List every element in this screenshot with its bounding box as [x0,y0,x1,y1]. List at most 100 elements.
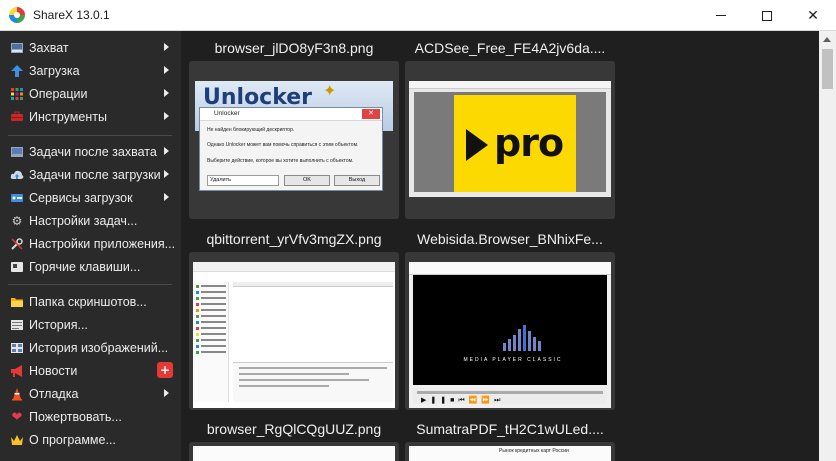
menu-label: Задачи после захвата [29,144,157,159]
close-icon: ✕ [807,7,819,24]
submenu-arrow-icon [164,89,169,97]
menu-label: Загрузка [29,63,80,78]
seek-bar [417,391,603,394]
scroll-up-arrow-icon[interactable] [823,37,831,42]
scroll-thumb[interactable] [822,49,833,89]
thumbnail-title[interactable]: SumatraPDF_tH2C1wULed.... [400,421,620,437]
thumbnail-title[interactable]: browser_RgQlCQgUUZ.png [184,421,404,437]
menu-label: История... [29,317,88,332]
player-menubar [409,262,611,275]
title-bar: ShareX 13.0.1 ✕ [0,0,836,31]
menu-item-donate[interactable]: ❤ Пожертвовать... [0,405,181,428]
menu-item-capture[interactable]: Захват [0,36,181,59]
after-capture-icon [10,145,24,159]
thumbnail-browser-partial[interactable] [189,442,399,461]
dialog-text: Выберите действие, которое вы хотите вып… [207,158,354,164]
acdsee-pro-logo: pro [454,95,576,192]
menu-item-screenshots-folder[interactable]: Папка скриншотов... [0,290,181,313]
menu-item-tools[interactable]: Инструменты [0,105,181,128]
vertical-scrollbar[interactable] [819,31,836,461]
submenu-arrow-icon [164,193,169,201]
thumbnail-title[interactable]: qbittorrent_yrVfv3mgZX.png [184,231,404,247]
dialog-close-icon: ✕ [362,109,380,119]
submenu-arrow-icon [164,112,169,120]
menu-item-destinations[interactable]: Сервисы загрузок [0,186,181,209]
thumbnail-unlocker[interactable]: Unlocker ✦ Unlocker ✕ Не найден блокирую… [189,61,399,219]
media-player-window: MEDIA PLAYER CLASSIC ▶❚❚■⏮⏪⏩⏭ [409,262,611,408]
close-button[interactable]: ✕ [790,0,836,31]
browser-preview [193,446,395,461]
menu-item-about[interactable]: О программе... [0,428,181,451]
thumbnail-acdsee[interactable]: pro [405,61,615,219]
menu-label: История изображений... [29,340,169,355]
thumbnail-grid: browser_jlDO8yF3n8.png Unlocker ✦ Unlock… [181,31,819,461]
playback-buttons-icon: ▶❚❚■⏮⏪⏩⏭ [421,397,505,404]
gear-icon: ⚙ [11,213,23,228]
acdsee-canvas: pro [414,92,606,192]
news-badge: + [157,362,173,378]
wrench-icon [10,237,24,251]
menu-item-task-settings[interactable]: ⚙ Настройки задач... [0,209,181,232]
destinations-icon [10,191,24,205]
menu-item-workflows[interactable]: Операции [0,82,181,105]
tools-icon [10,110,24,124]
exit-button: Выход [334,175,380,186]
menu-item-upload[interactable]: Загрузка [0,59,181,82]
qb-properties-panel [233,362,393,402]
menu-item-after-upload[interactable]: Задачи после загрузки [0,163,181,186]
image-history-icon [10,341,24,355]
window-title: ShareX 13.0.1 [33,8,110,22]
upload-arrow-icon [10,64,24,78]
play-icon [466,129,488,161]
thumbnail-title[interactable]: ACDSee_Free_FE4A2jv6da.... [400,40,620,56]
history-icon [10,318,24,332]
menu-item-debug[interactable]: Отладка [0,382,181,405]
sumatra-preview: Рынок кредитных карт России [409,446,611,461]
menu-item-news[interactable]: Новости + [0,359,181,382]
menu-label: Отладка [29,386,79,401]
minimize-button[interactable] [698,0,744,31]
menu-label: Настройки задач... [29,213,138,228]
menu-label: Задачи после загрузки [29,167,161,182]
menu-label: Новости [29,363,78,378]
folder-icon [10,295,24,309]
after-upload-cloud-icon [10,168,24,182]
maximize-button[interactable] [744,0,790,31]
menu-label: Операции [29,86,88,101]
workflows-grid-icon [10,87,24,101]
qb-sidebar [193,282,229,402]
submenu-arrow-icon [164,66,169,74]
thumbnail-title[interactable]: browser_jlDO8yF3n8.png [184,40,404,56]
pro-text: pro [494,121,564,165]
thumbnail-qbittorrent[interactable] [189,252,399,410]
magic-wand-icon: ✦ [323,83,337,100]
qb-toolbar [193,262,395,272]
thumbnail-sumatra-partial[interactable]: Рынок кредитных карт России [405,442,615,461]
action-select: Удалить [207,175,279,186]
menu-label: Пожертвовать... [29,409,122,424]
ok-button: OK [284,175,330,186]
mpc-caption: MEDIA PLAYER CLASSIC [463,357,563,363]
dialog-title: Unlocker [200,108,382,121]
thumbnail-webisida[interactable]: MEDIA PLAYER CLASSIC ▶❚❚■⏮⏪⏩⏭ [405,252,615,410]
menu-item-after-capture[interactable]: Задачи после захвата [0,140,181,163]
menu-label: Папка скриншотов... [29,294,147,309]
dialog-text: Не найден блокирующий дескриптор. [207,127,295,133]
menu-label: Захват [29,40,69,55]
menu-item-hotkeys[interactable]: Горячие клавиши... [0,255,181,278]
menu-item-image-history[interactable]: История изображений... [0,336,181,359]
menu-item-app-settings[interactable]: Настройки приложения... [0,232,181,255]
qb-torrent-list [233,282,393,362]
menu-label: Инструменты [29,109,107,124]
mpc-logo-bars [503,321,553,351]
qbittorrent-window [193,262,395,408]
acdsee-window: pro [409,81,611,197]
thumbnail-title[interactable]: Webisida.Browser_BNhixFe... [400,231,620,247]
submenu-arrow-icon [164,389,169,397]
megaphone-icon [10,364,24,378]
player-video-area: MEDIA PLAYER CLASSIC [413,275,607,385]
submenu-arrow-icon [164,170,169,178]
crown-icon [10,433,24,447]
menu-item-history[interactable]: История... [0,313,181,336]
submenu-arrow-icon [164,43,169,51]
